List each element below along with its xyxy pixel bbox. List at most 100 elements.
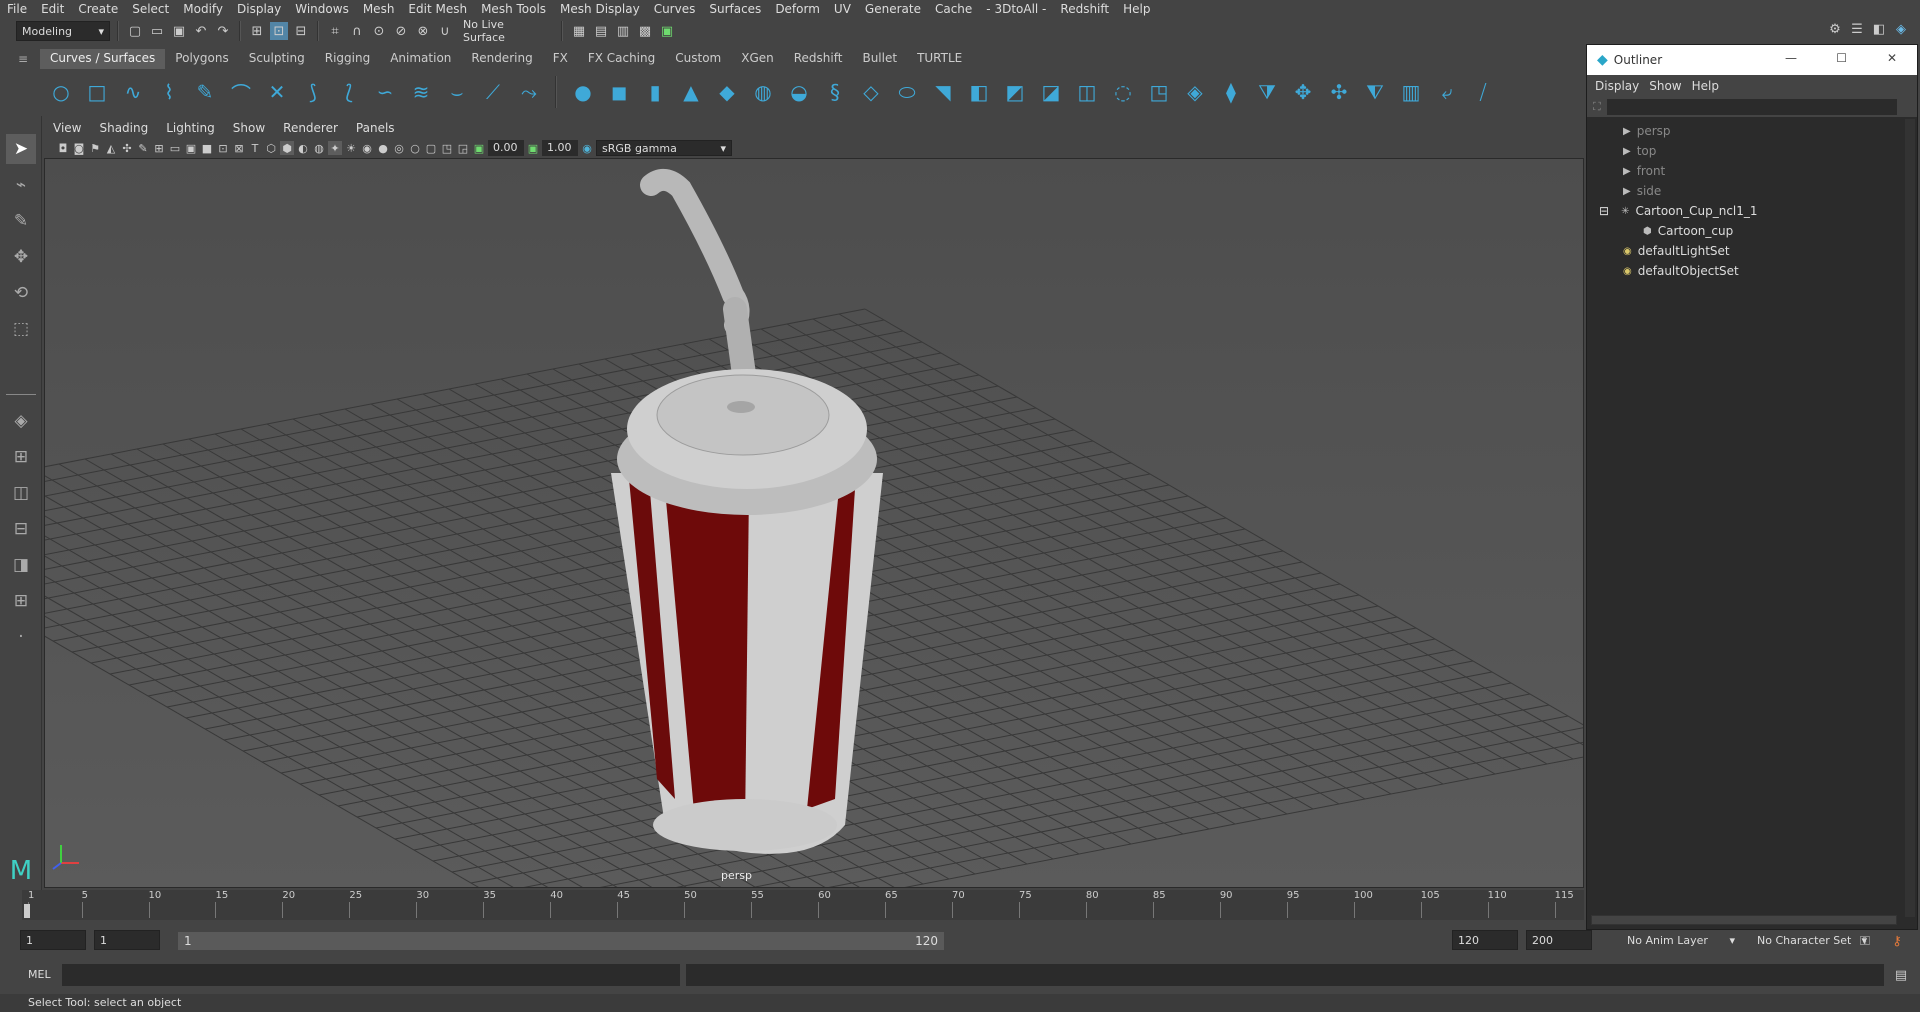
- planar-icon[interactable]: ◇: [858, 79, 884, 105]
- outliner-item[interactable]: ⊟ ✳ Cartoon_Cup_ncl1_1: [1587, 201, 1917, 221]
- boundary-icon[interactable]: ◧: [966, 79, 992, 105]
- shelf-tab[interactable]: Rendering: [461, 49, 542, 69]
- outliner-item[interactable]: ◉ defaultObjectSet: [1587, 261, 1917, 281]
- menu-item[interactable]: Surfaces: [702, 2, 768, 16]
- gamma-icon[interactable]: ▣: [526, 141, 540, 155]
- snap-curve-icon[interactable]: ∩: [348, 22, 366, 40]
- playback-start-field[interactable]: 1: [94, 930, 160, 950]
- nurbs-plane-icon[interactable]: ◆: [714, 79, 740, 105]
- outliner-item[interactable]: ▶ front: [1587, 161, 1917, 181]
- shelf-tab[interactable]: Polygons: [165, 49, 238, 69]
- render-settings-icon[interactable]: ▥: [614, 22, 632, 40]
- outliner-item[interactable]: ⬢ Cartoon_cup: [1587, 221, 1917, 241]
- paint-select-icon[interactable]: ✎: [6, 206, 36, 236]
- insert-isoparm-icon[interactable]: ⧩: [1254, 79, 1280, 105]
- snap-surface-icon[interactable]: ⊗: [414, 22, 432, 40]
- stitch-icon[interactable]: ✣: [1326, 79, 1352, 105]
- color-management-icon[interactable]: ◉: [580, 141, 594, 155]
- camera-lock-icon[interactable]: ◙: [72, 141, 86, 155]
- gate-mask-icon[interactable]: ■: [200, 141, 214, 155]
- two-d-pan-icon[interactable]: ✣: [120, 141, 134, 155]
- viewport-menu-item[interactable]: Lighting: [157, 121, 224, 135]
- viewport-panel[interactable]: persp: [44, 158, 1584, 888]
- shelf-tab[interactable]: Animation: [380, 49, 461, 69]
- rebuild-surface-icon[interactable]: ✥: [1290, 79, 1316, 105]
- safe-action-icon[interactable]: ⊠: [232, 141, 246, 155]
- project-curve-surface-icon[interactable]: ◌: [1110, 79, 1136, 105]
- resolution-gate-icon[interactable]: ▣: [184, 141, 198, 155]
- live-surface-field[interactable]: No Live Surface: [458, 18, 554, 44]
- viewport-menu-item[interactable]: Shading: [90, 121, 157, 135]
- end-frame-field[interactable]: 200: [1526, 930, 1592, 950]
- loft-icon[interactable]: §: [822, 79, 848, 105]
- extend-surface-icon[interactable]: ⧫: [1218, 79, 1244, 105]
- snap-point-icon[interactable]: ⊙: [370, 22, 388, 40]
- anim-layer-dropdown[interactable]: No Anim Layer ▾: [1622, 930, 1740, 950]
- viewport-menu-item[interactable]: Renderer: [274, 121, 347, 135]
- nurbs-cone-icon[interactable]: ▲: [678, 79, 704, 105]
- wireframe-icon[interactable]: ⬡: [264, 141, 278, 155]
- exposure-field[interactable]: 0.00: [488, 140, 524, 156]
- color-space-dropdown[interactable]: sRGB gamma ▾: [596, 140, 732, 156]
- menu-item[interactable]: Curves: [647, 2, 703, 16]
- convert-icon[interactable]: ⧸: [1470, 79, 1496, 105]
- smooth-shade-icon[interactable]: ⬢: [280, 141, 294, 155]
- shelf-tab[interactable]: Curves / Surfaces: [40, 49, 166, 69]
- menu-item[interactable]: Windows: [288, 2, 356, 16]
- hypershade-icon[interactable]: ▩: [636, 22, 654, 40]
- character-set-dropdown[interactable]: No Character Set ▾: [1752, 930, 1872, 950]
- menu-item[interactable]: Help: [1116, 2, 1157, 16]
- shadows-icon[interactable]: ☀: [344, 141, 358, 155]
- cup-model[interactable]: [611, 168, 883, 854]
- outliner-search-input[interactable]: [1606, 99, 1897, 115]
- project-curve-icon[interactable]: ⤳: [516, 79, 542, 105]
- attach-curve-icon[interactable]: ⟆: [300, 79, 326, 105]
- nurbs-sphere-icon[interactable]: ●: [570, 79, 596, 105]
- image-plane-icon[interactable]: ◭: [104, 141, 118, 155]
- menu-item[interactable]: Display: [230, 2, 288, 16]
- grid-icon[interactable]: ⊞: [152, 141, 166, 155]
- outliner-menu-item[interactable]: Help: [1692, 79, 1729, 93]
- shelf-tab[interactable]: FX: [543, 49, 578, 69]
- move-tool-icon[interactable]: ✥: [6, 242, 36, 272]
- auto-key-icon[interactable]: ⚷: [1888, 932, 1906, 950]
- extrude-icon[interactable]: ⬭: [894, 79, 920, 105]
- ep-curve-icon[interactable]: ⌇: [156, 79, 182, 105]
- select-hierarchy-icon[interactable]: ⊞: [248, 22, 266, 40]
- nurbs-square-icon[interactable]: □: [84, 79, 110, 105]
- attribute-editor-icon[interactable]: ◧: [1870, 20, 1888, 38]
- channel-box-icon[interactable]: ☰: [1848, 20, 1866, 38]
- current-frame-marker[interactable]: [24, 904, 30, 918]
- shelf-tab[interactable]: Bullet: [852, 49, 907, 69]
- time-slider[interactable]: 1 5 10 15 20 25 30 35 40 45 50 55 60 65 70 75 80 85 90 95 10…: [22, 890, 1584, 920]
- two-view-side-icon[interactable]: ◫: [6, 478, 36, 508]
- menu-item[interactable]: Redshift: [1053, 2, 1116, 16]
- shelf-menu-icon[interactable]: ≡: [18, 52, 32, 66]
- intersect-icon[interactable]: ◫: [1074, 79, 1100, 105]
- outliner-vscrollbar[interactable]: [1905, 119, 1915, 917]
- cv-curve-icon[interactable]: ∿: [120, 79, 146, 105]
- modeling-toolkit-icon[interactable]: ◈: [1892, 20, 1910, 38]
- single-view-icon[interactable]: ◈: [6, 406, 36, 436]
- rotate-tool-icon[interactable]: ⟲: [6, 278, 36, 308]
- select-object-icon[interactable]: ⊡: [270, 22, 288, 40]
- camera-select-icon[interactable]: ◘: [56, 141, 70, 155]
- shelf-tab[interactable]: Rigging: [315, 49, 380, 69]
- depth-of-field-icon[interactable]: ○: [408, 141, 422, 155]
- sculpt-icon[interactable]: ⧨: [1362, 79, 1388, 105]
- field-chart-icon[interactable]: ⊡: [216, 141, 230, 155]
- snap-grid-icon[interactable]: ⌗: [326, 22, 344, 40]
- revolve-icon[interactable]: ◒: [786, 79, 812, 105]
- close-icon[interactable]: ✕: [1887, 51, 1897, 65]
- key-icon[interactable]: ⚿: [1856, 932, 1874, 950]
- new-scene-icon[interactable]: ▢: [126, 22, 144, 40]
- two-view-stacked-icon[interactable]: ⊟: [6, 514, 36, 544]
- menu-item[interactable]: Select: [125, 2, 176, 16]
- render-frame-icon[interactable]: ▦: [570, 22, 588, 40]
- magnet-icon[interactable]: ∪: [436, 22, 454, 40]
- ambient-occlusion-icon[interactable]: ◉: [360, 141, 374, 155]
- smooth-icon[interactable]: ▥: [1398, 79, 1424, 105]
- detach-curve-icon[interactable]: ⟅: [336, 79, 362, 105]
- viewport-menu-item[interactable]: Panels: [347, 121, 404, 135]
- select-component-icon[interactable]: ⊟: [292, 22, 310, 40]
